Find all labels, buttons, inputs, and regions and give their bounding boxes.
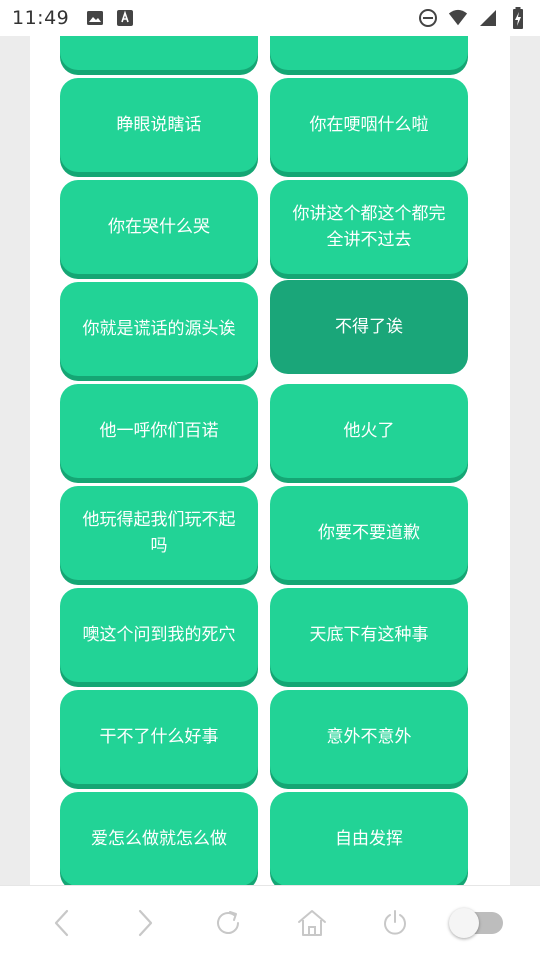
bottom-navigation-bar xyxy=(0,885,540,960)
power-icon xyxy=(383,910,406,935)
sound-button[interactable]: 他一呼你们百诺 xyxy=(60,384,258,478)
sound-button[interactable]: 你讲这个都这个都完全讲不过去 xyxy=(270,180,468,274)
sound-button[interactable] xyxy=(60,36,258,70)
status-time: 11:49 xyxy=(12,7,70,29)
home-button[interactable] xyxy=(287,898,337,948)
sound-button[interactable]: 他火了 xyxy=(270,384,468,478)
wifi-icon xyxy=(448,8,468,28)
battery-charging-icon xyxy=(508,7,528,29)
do-not-disturb-icon xyxy=(418,8,438,28)
refresh-icon xyxy=(217,911,240,934)
sound-button[interactable]: 你在哽咽什么啦 xyxy=(270,78,468,172)
sound-button[interactable] xyxy=(270,36,468,70)
sound-button[interactable]: 睁眼说瞎话 xyxy=(60,78,258,172)
sound-button[interactable]: 干不了什么好事 xyxy=(60,690,258,784)
forward-icon xyxy=(138,909,153,937)
back-button[interactable] xyxy=(37,898,87,948)
sound-button[interactable]: 天底下有这种事 xyxy=(270,588,468,682)
forward-button[interactable] xyxy=(120,898,170,948)
sound-button[interactable]: 不得了诶 xyxy=(270,280,468,374)
sound-button[interactable]: 你在哭什么哭 xyxy=(60,180,258,274)
back-icon xyxy=(54,909,68,937)
toggle-knob xyxy=(449,908,480,938)
home-icon xyxy=(297,910,326,936)
refresh-button[interactable] xyxy=(203,898,253,948)
signal-icon xyxy=(478,8,498,28)
status-bar: 11:49 xyxy=(0,0,540,36)
sound-button[interactable]: 他玩得起我们玩不起吗 xyxy=(60,486,258,580)
power-button[interactable] xyxy=(370,898,420,948)
sound-button[interactable]: 自由发挥 xyxy=(270,792,468,885)
image-icon xyxy=(85,8,105,28)
sound-button[interactable]: 噢这个问到我的死穴 xyxy=(60,588,258,682)
sound-button[interactable]: 你就是谎话的源头诶 xyxy=(60,282,258,376)
font-download-icon xyxy=(115,8,135,28)
toggle-track xyxy=(449,908,504,938)
sound-button[interactable]: 意外不意外 xyxy=(270,690,468,784)
toggle-switch[interactable] xyxy=(449,898,504,948)
sound-button[interactable]: 爱怎么做就怎么做 xyxy=(60,792,258,885)
sound-button[interactable]: 你要不要道歉 xyxy=(270,486,468,580)
sound-board-page: 睁眼说瞎话 你在哽咽什么啦 你在哭什么哭 你讲这个都这个都完全讲不过去 你就是谎… xyxy=(30,36,510,885)
